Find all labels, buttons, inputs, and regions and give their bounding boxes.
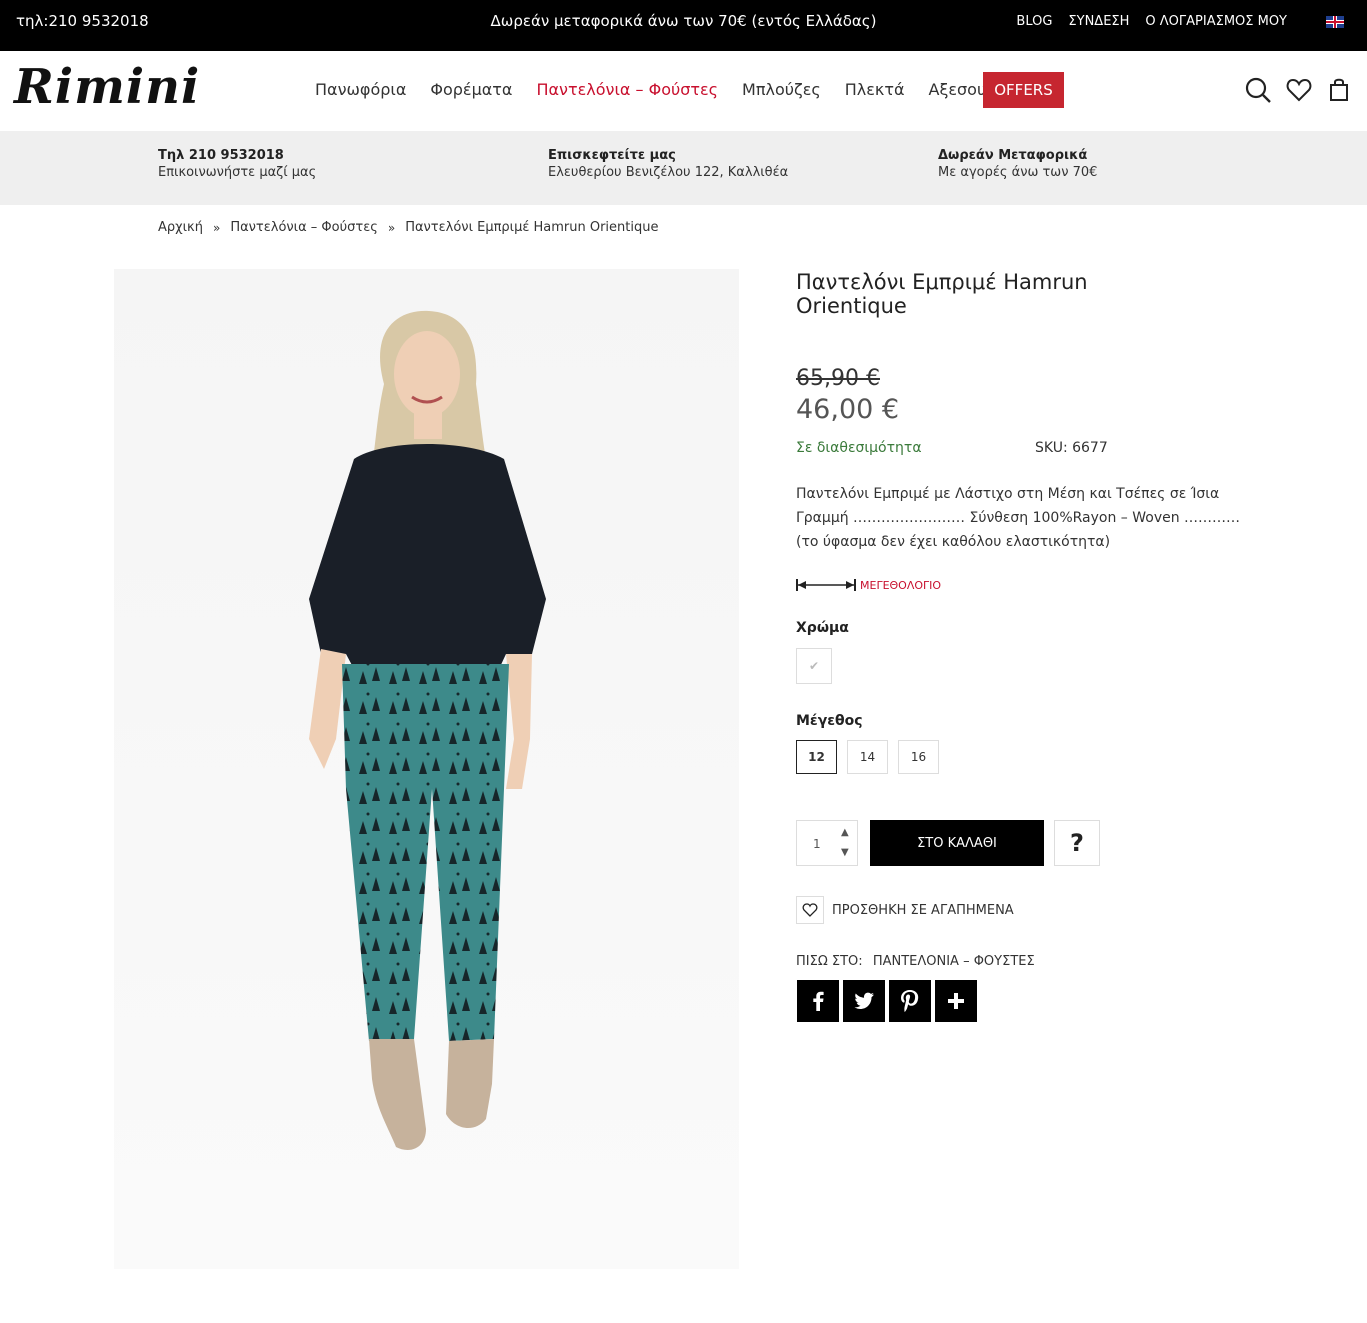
my-account-link[interactable]: Ο ΛΟΓΑΡΙΑΣΜΟΣ ΜΟΥ: [1145, 14, 1287, 29]
product-description: Παντελόνι Εμπριμέ με Λάστιχο στη Μέση κα…: [796, 486, 1241, 550]
info-phone: Τηλ 210 9532018 Επικοινωνήστε μαζί μας: [158, 147, 316, 181]
back-to-category: ΠΙΣΩ ΣΤΟ: ΠΑΝΤΕΛΟΝΙΑ – ΦΟΥΣΤΕΣ: [796, 954, 1035, 969]
back-label: ΠΙΣΩ ΣΤΟ:: [796, 954, 863, 969]
ruler-arrow-icon: [796, 579, 856, 591]
check-icon: ✔: [808, 659, 820, 673]
info-title: Επισκεφτείτε μας: [548, 148, 676, 163]
quantity-value[interactable]: 1: [813, 837, 821, 851]
wishlist-label: ΠΡΟΣΘΗΚΗ ΣΕ ΑΓΑΠΗΜΕΝΑ: [832, 902, 1014, 918]
plus-icon[interactable]: [935, 980, 977, 1022]
chevron-down-icon[interactable]: ▼: [841, 847, 849, 858]
info-title: Τηλ 210 9532018: [158, 148, 284, 163]
size-option-16[interactable]: 16: [898, 740, 939, 774]
quantity-stepper[interactable]: 1 ▲ ▼: [796, 820, 858, 866]
size-guide-link[interactable]: ΜΕΓΕΘΟΛΟΓΙΟ: [796, 577, 941, 593]
chevron-up-icon[interactable]: ▲: [841, 827, 849, 838]
info-bar: Τηλ 210 9532018 Επικοινωνήστε μαζί μας Ε…: [0, 131, 1367, 205]
back-category-link[interactable]: ΠΑΝΤΕΛΟΝΙΑ – ΦΟΥΣΤΕΣ: [873, 954, 1035, 969]
product-image[interactable]: [114, 269, 739, 1269]
heart-icon[interactable]: [1285, 76, 1313, 104]
size-guide-label: ΜΕΓΕΘΟΛΟΓΙΟ: [860, 578, 942, 592]
double-chevron-icon: »: [387, 220, 396, 235]
logo[interactable]: Rimini: [14, 59, 200, 115]
info-visit: Επισκεφτείτε μας Ελευθερίου Βενιζέλου 12…: [548, 147, 788, 181]
double-chevron-icon: »: [212, 220, 221, 235]
nav-item-pants-skirts[interactable]: Παντελόνια – Φούστες: [536, 80, 718, 99]
top-links: BLOG ΣΥΝΔΕΣΗ Ο ΛΟΓΑΡΙΑΣΜΟΣ ΜΟΥ: [1016, 14, 1287, 29]
share-buttons: [797, 980, 977, 1022]
size-option-12[interactable]: 12: [796, 740, 837, 774]
english-flag-icon[interactable]: [1326, 16, 1344, 28]
info-subtitle: Με αγορές άνω των 70€: [938, 165, 1098, 180]
nav-item-dresses[interactable]: Φορέματα: [430, 80, 512, 99]
main-nav: Πανωφόρια Φορέματα Παντελόνια – Φούστες …: [315, 80, 1031, 99]
top-bar: τηλ:210 9532018 Δωρεάν μεταφορικά άνω τω…: [0, 0, 1367, 51]
info-shipping: Δωρεάν Μεταφορικά Με αγορές άνω των 70€: [938, 147, 1097, 181]
nav-item-outerwear[interactable]: Πανωφόρια: [315, 80, 406, 99]
size-option-14[interactable]: 14: [847, 740, 888, 774]
ask-question-button[interactable]: ?: [1054, 820, 1100, 866]
info-title: Δωρεάν Μεταφορικά: [938, 148, 1088, 163]
main-header: Rimini Πανωφόρια Φορέματα Παντελόνια – Φ…: [0, 51, 1367, 131]
breadcrumb: Αρχική » Παντελόνια – Φούστες » Παντελόν…: [158, 220, 658, 235]
blog-link[interactable]: BLOG: [1016, 14, 1052, 29]
nav-item-blouses[interactable]: Μπλούζες: [742, 80, 821, 99]
twitter-icon[interactable]: [843, 980, 885, 1022]
facebook-icon[interactable]: [797, 980, 839, 1022]
old-price: 65,90 €: [796, 366, 880, 391]
product-title: Παντελόνι Εμπριμέ Hamrun Orientique: [796, 270, 1088, 318]
offers-button[interactable]: OFFERS: [983, 72, 1064, 108]
bag-icon[interactable]: [1326, 76, 1354, 104]
info-subtitle: Επικοινωνήστε μαζί μας: [158, 165, 317, 180]
stock-status: Σε διαθεσιμότητα: [796, 440, 922, 456]
color-label: Χρώμα: [796, 620, 849, 636]
info-subtitle: Ελευθερίου Βενιζέλου 122, Καλλιθέα: [548, 165, 789, 180]
breadcrumb-home[interactable]: Αρχική: [158, 220, 203, 235]
pinterest-icon[interactable]: [889, 980, 931, 1022]
login-link[interactable]: ΣΥΝΔΕΣΗ: [1068, 14, 1129, 29]
size-label: Μέγεθος: [796, 713, 863, 729]
heart-icon: [796, 896, 824, 924]
breadcrumb-current: Παντελόνι Εμπριμέ Hamrun Orientique: [405, 220, 659, 235]
breadcrumb-category[interactable]: Παντελόνια – Φούστες: [230, 220, 378, 235]
nav-item-knitwear[interactable]: Πλεκτά: [845, 80, 905, 99]
sale-price: 46,00 €: [796, 394, 900, 425]
add-to-cart-button[interactable]: ΣΤΟ ΚΑΛΑΘΙ: [870, 820, 1044, 866]
search-icon[interactable]: [1244, 76, 1272, 104]
add-to-wishlist[interactable]: ΠΡΟΣΘΗΚΗ ΣΕ ΑΓΑΠΗΜΕΝΑ: [796, 896, 1014, 924]
size-options: 12 14 16: [796, 740, 939, 774]
color-swatch[interactable]: ✔: [796, 648, 832, 684]
sku: SKU: 6677: [1035, 440, 1108, 456]
